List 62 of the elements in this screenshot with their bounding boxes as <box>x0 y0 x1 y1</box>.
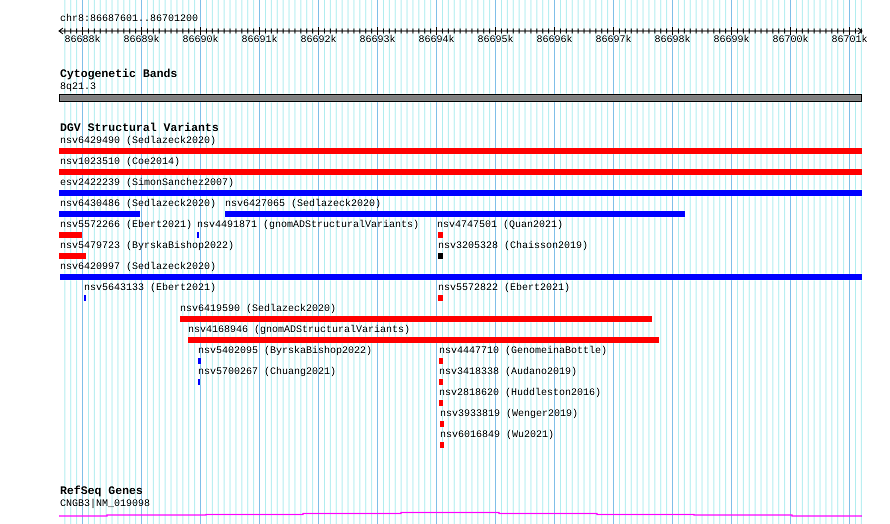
tick-label: 86700k <box>772 35 809 47</box>
variant-bar[interactable] <box>59 211 140 217</box>
variant-label: nsv5572266 (Ebert2021) <box>60 220 192 232</box>
tick-label: 86692k <box>300 35 337 47</box>
variant-bar[interactable] <box>440 442 444 448</box>
variant-label: nsv2818620 (Huddleston2016) <box>439 388 602 400</box>
track-title: DGV Structural Variants <box>60 122 220 136</box>
track-title: Cytogenetic Bands <box>60 68 178 82</box>
variant-bar[interactable] <box>59 190 862 196</box>
tick-label: 86688k <box>64 35 101 47</box>
variant-label: nsv4447710 (GenomeinaBottle) <box>439 346 608 358</box>
variant-label: nsv5700267 (Chuang2021) <box>198 367 336 379</box>
variant-label: nsv5479723 (ByrskaBishop2022) <box>60 241 234 253</box>
track-title: RefSeq Genes <box>60 485 144 498</box>
variant-label: esv2422239 (SimonSanchez2007) <box>60 178 234 190</box>
variant-bar[interactable] <box>439 358 443 364</box>
variant-label: nsv6430486 (Sedlazeck2020) <box>60 199 216 211</box>
tick-label: 86697k <box>596 35 632 47</box>
variant-bar[interactable] <box>198 358 201 364</box>
variant-bar[interactable] <box>438 232 443 238</box>
variant-label: nsv4168946 (gnomADStructuralVariants) <box>188 325 410 337</box>
variant-label: nsv6420997 (Sedlazeck2020) <box>60 262 216 274</box>
variant-label: nsv6429490 (Sedlazeck2020) <box>60 136 216 148</box>
variant-bar[interactable] <box>59 253 86 259</box>
tick-label: 86701k <box>832 35 868 47</box>
variant-label: nsv6427065 (Sedlazeck2020) <box>225 199 382 211</box>
variant-bar[interactable] <box>180 316 652 322</box>
tick-label: 86699k <box>714 35 750 47</box>
variant-label: nsv6419590 (Sedlazeck2020) <box>180 304 336 316</box>
tick-label: 86690k <box>182 35 219 47</box>
variant-label: nsv5572822 (Ebert2021) <box>438 283 570 295</box>
variant-label: nsv4747501 (Quan2021) <box>437 220 564 232</box>
tick-label: 86696k <box>536 35 573 47</box>
tick-label: 86693k <box>360 35 396 47</box>
variant-bar[interactable] <box>59 232 82 238</box>
gene-label: CNGB3|NM_019098 <box>60 499 152 511</box>
variant-bar[interactable] <box>60 274 862 280</box>
variant-label: nsv5402095 (ByrskaBishop2022) <box>198 346 372 358</box>
variant-label: nsv5643133 (Ebert2021) <box>84 283 216 295</box>
variant-label: nsv3205328 (Chaisson2019) <box>438 241 588 253</box>
band-label: 8q21.3 <box>60 82 98 94</box>
variant-bar[interactable] <box>59 148 862 154</box>
variant-bar[interactable] <box>439 379 443 385</box>
variant-bar[interactable] <box>225 211 685 217</box>
variant-label: nsv3933819 (Wenger2019) <box>440 409 578 421</box>
variant-label: nsv4491871 (gnomADStructuralVariants) <box>197 220 420 232</box>
variant-bar[interactable] <box>438 253 443 259</box>
tick-label: 86691k <box>242 35 278 47</box>
tick-label: 86689k <box>124 35 160 47</box>
tick-label: 86695k <box>478 35 514 47</box>
gene-line[interactable] <box>59 512 862 517</box>
variant-label: nsv6016849 (Wu2021) <box>440 430 554 442</box>
variant-bar[interactable] <box>440 421 444 427</box>
location-label: chr8:86687601..86701200 <box>60 14 198 26</box>
variant-bar[interactable] <box>59 169 862 175</box>
variant-bar[interactable] <box>438 295 443 301</box>
variant-bar[interactable] <box>439 400 443 406</box>
variant-label: nsv3418338 (Audano2019) <box>439 367 578 379</box>
variant-label: nsv1023510 (Coe2014) <box>60 157 180 169</box>
variant-bar[interactable] <box>188 337 659 343</box>
tick-label: 86694k <box>418 35 455 47</box>
tick-label: 86698k <box>654 35 691 47</box>
